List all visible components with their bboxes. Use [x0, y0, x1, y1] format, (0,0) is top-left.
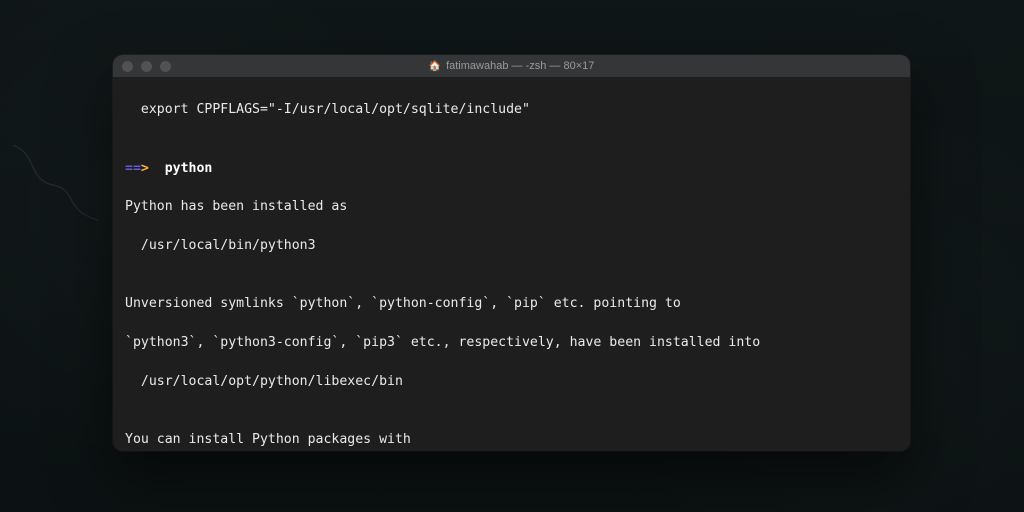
- formula-name: python: [165, 161, 213, 176]
- window-title: 🏠 fatimawahab — -zsh — 80×17: [113, 60, 910, 72]
- caveat-arrow-icon: >: [141, 161, 149, 176]
- terminal-line: export CPPFLAGS="-I/usr/local/opt/sqlite…: [125, 100, 898, 119]
- terminal-line: Python has been installed as: [125, 197, 898, 216]
- traffic-lights: [113, 61, 171, 72]
- wallpaper-crack: [8, 140, 128, 230]
- spacer: [149, 161, 165, 176]
- window-title-text: fatimawahab — -zsh — 80×17: [446, 60, 594, 72]
- caveat-arrow-icon: ==: [125, 161, 141, 176]
- terminal-body[interactable]: export CPPFLAGS="-I/usr/local/opt/sqlite…: [113, 77, 910, 451]
- minimize-icon[interactable]: [141, 61, 152, 72]
- terminal-line: /usr/local/bin/python3: [125, 236, 898, 255]
- titlebar[interactable]: 🏠 fatimawahab — -zsh — 80×17: [113, 55, 910, 77]
- zoom-icon[interactable]: [160, 61, 171, 72]
- terminal-line: Unversioned symlinks `python`, `python-c…: [125, 294, 898, 313]
- terminal-window: 🏠 fatimawahab — -zsh — 80×17 export CPPF…: [113, 55, 910, 451]
- terminal-line: ==> python: [125, 159, 898, 178]
- close-icon[interactable]: [122, 61, 133, 72]
- terminal-line: `python3`, `python3-config`, `pip3` etc.…: [125, 333, 898, 352]
- home-icon: 🏠: [429, 61, 441, 72]
- terminal-line: /usr/local/opt/python/libexec/bin: [125, 372, 898, 391]
- terminal-line: You can install Python packages with: [125, 430, 898, 449]
